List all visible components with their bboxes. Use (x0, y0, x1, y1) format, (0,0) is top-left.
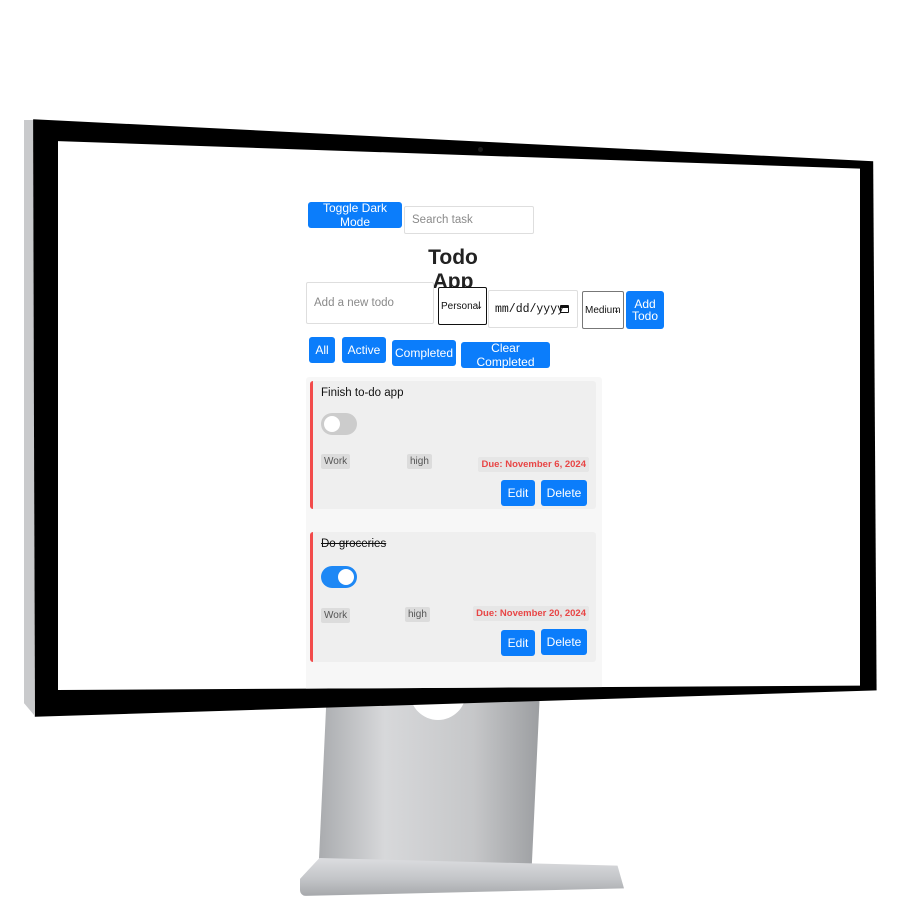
add-todo-button[interactable]: Add Todo (626, 291, 664, 329)
search-input[interactable]: Search task (404, 206, 534, 234)
todo-title: Do groceries (321, 538, 387, 550)
edit-button[interactable]: Edit (501, 630, 535, 656)
todo-category-tag: Work (321, 608, 351, 623)
calendar-icon[interactable] (560, 305, 569, 313)
delete-button[interactable]: Delete (541, 480, 587, 506)
filter-completed-button[interactable]: Completed (392, 340, 456, 366)
todo-category-tag: Work (321, 454, 351, 469)
todo-priority-tag: high (407, 454, 432, 469)
toggle-knob (324, 416, 340, 432)
category-select[interactable]: Personal ⌄ (438, 287, 487, 325)
new-todo-input[interactable]: Add a new todo (306, 282, 434, 324)
filter-active-button[interactable]: Active (342, 337, 386, 363)
clear-completed-button[interactable]: Clear Completed (461, 341, 550, 369)
category-select-value: Personal (441, 300, 481, 312)
camera-icon (478, 147, 483, 152)
todo-due-date: Due: November 20, 2024 (473, 606, 589, 621)
filter-all-button[interactable]: All (309, 337, 335, 363)
todo-complete-toggle[interactable] (321, 413, 357, 435)
todo-app: Toggle Dark Mode Search task Todo App Ad… (58, 141, 860, 690)
due-date-placeholder: mm/dd/yyyy (495, 302, 565, 316)
monitor: Toggle Dark Mode Search task Todo App Ad… (0, 0, 900, 900)
todo-title: Finish to-do app (321, 387, 404, 399)
monitor-side-edge (24, 120, 34, 715)
todo-item: Do groceries Work high Due: November 20,… (310, 532, 596, 662)
delete-button[interactable]: Delete (541, 629, 587, 655)
edit-button[interactable]: Edit (501, 480, 535, 506)
todo-complete-toggle[interactable] (321, 566, 357, 588)
todo-due-date: Due: November 6, 2024 (478, 457, 589, 472)
priority-select[interactable]: Medium ⌄ (582, 291, 624, 329)
toggle-dark-mode-button[interactable]: Toggle Dark Mode (308, 201, 402, 229)
chevron-down-icon: ⌄ (476, 301, 483, 311)
toggle-knob (338, 569, 354, 585)
todo-priority-tag: high (405, 607, 430, 622)
todo-item: Finish to-do app Work high Due: November… (310, 381, 596, 509)
due-date-input[interactable]: mm/dd/yyyy (488, 290, 578, 328)
chevron-down-icon: ⌄ (613, 305, 620, 315)
screen: Toggle Dark Mode Search task Todo App Ad… (58, 141, 860, 690)
